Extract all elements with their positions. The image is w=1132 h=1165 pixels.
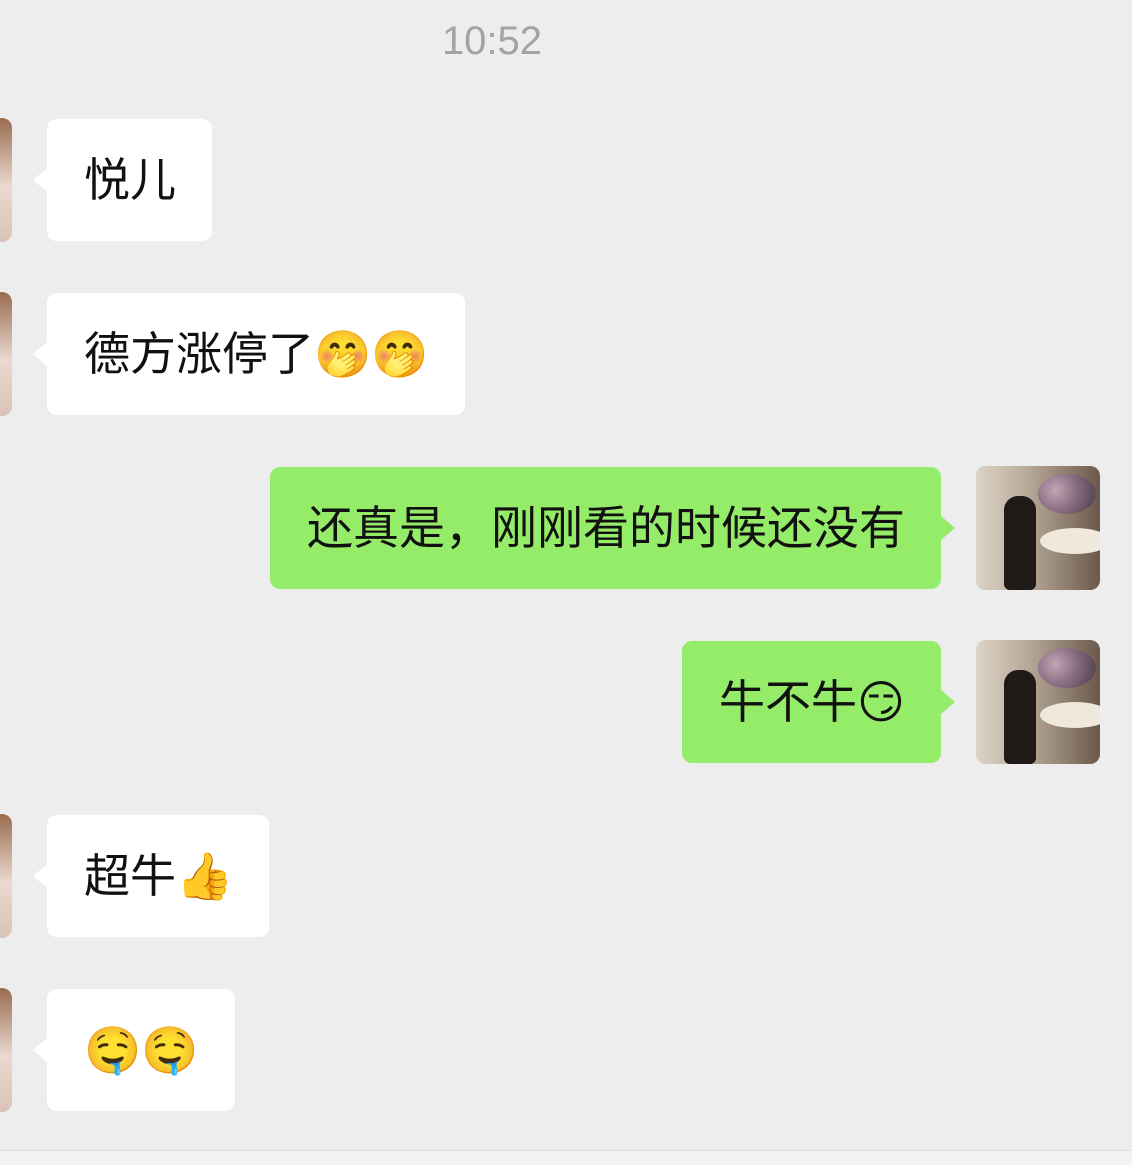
message-text: 🤤🤤 bbox=[84, 1023, 199, 1077]
message-text: 悦儿 bbox=[84, 153, 176, 207]
my-avatar[interactable] bbox=[976, 466, 1100, 590]
bubble-tail bbox=[941, 516, 955, 540]
bubble-tail bbox=[33, 342, 47, 366]
incoming-message-bubble[interactable]: 悦儿 bbox=[33, 119, 212, 241]
input-bar-edge bbox=[0, 1150, 1132, 1165]
message-text: 牛不牛😏 bbox=[719, 675, 905, 729]
bubble-tail bbox=[33, 864, 47, 888]
contact-avatar[interactable] bbox=[0, 988, 12, 1112]
message-text: 德方涨停了🤭🤭 bbox=[84, 327, 429, 381]
bubble-tail bbox=[33, 168, 47, 192]
bubble-tail bbox=[941, 690, 955, 714]
incoming-message-bubble[interactable]: 超牛👍 bbox=[33, 815, 270, 937]
chat-view: 10:52 悦儿 德方涨停了🤭🤭 还真是，刚刚看的时候还没有 牛不牛😏 超牛👍 … bbox=[0, 0, 1132, 1150]
message-text: 还真是，刚刚看的时候还没有 bbox=[307, 501, 905, 555]
bubble-tail bbox=[33, 1038, 47, 1062]
contact-avatar[interactable] bbox=[0, 814, 12, 938]
incoming-message-bubble[interactable]: 德方涨停了🤭🤭 bbox=[33, 293, 465, 415]
message-text: 超牛👍 bbox=[84, 849, 234, 903]
outgoing-message-bubble[interactable]: 还真是，刚刚看的时候还没有 bbox=[270, 467, 955, 589]
contact-avatar[interactable] bbox=[0, 118, 12, 242]
my-avatar[interactable] bbox=[976, 640, 1100, 764]
incoming-message-bubble[interactable]: 🤤🤤 bbox=[33, 989, 235, 1111]
outgoing-message-bubble[interactable]: 牛不牛😏 bbox=[682, 641, 955, 763]
contact-avatar[interactable] bbox=[0, 292, 12, 416]
message-timestamp: 10:52 bbox=[441, 19, 543, 63]
